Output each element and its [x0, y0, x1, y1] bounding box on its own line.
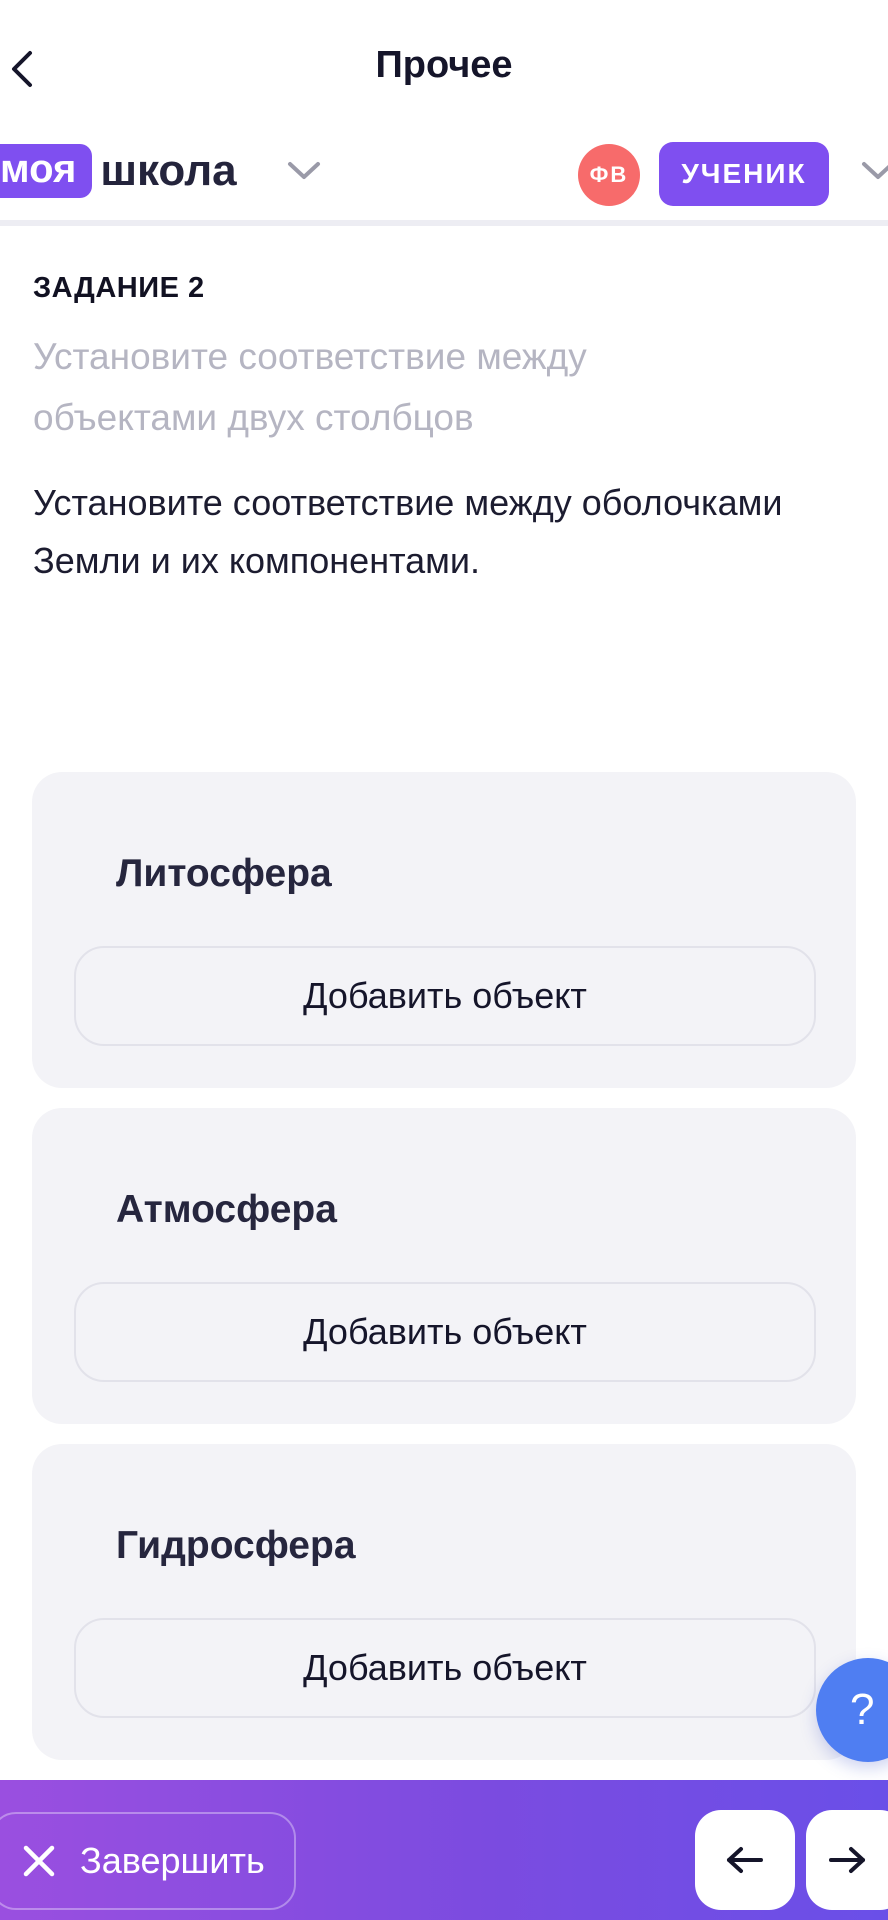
- logo-badge: моя: [0, 144, 93, 198]
- avatar[interactable]: ФВ: [578, 144, 640, 206]
- role-badge[interactable]: УЧЕНИК: [659, 142, 829, 206]
- match-group-hydrosphere: Гидросфера Добавить объект: [32, 1444, 856, 1760]
- app-logo[interactable]: моя школа: [0, 144, 237, 198]
- arrow-left-icon: [727, 1847, 763, 1873]
- role-chevron-down-icon[interactable]: [860, 160, 888, 187]
- finish-label: Завершить: [80, 1840, 265, 1881]
- page-title: Прочее: [375, 44, 513, 86]
- add-object-button[interactable]: Добавить объект: [74, 1618, 816, 1718]
- school-bar: моя школа ФВ УЧЕНИК: [0, 136, 888, 226]
- group-title: Литосфера: [116, 852, 332, 895]
- group-title: Атмосфера: [116, 1188, 337, 1231]
- school-chevron-down-icon[interactable]: [286, 160, 322, 187]
- help-icon: ?: [850, 1685, 875, 1734]
- bottom-bar: Завершить: [0, 1780, 888, 1920]
- match-group-atmosphere: Атмосфера Добавить объект: [32, 1108, 856, 1424]
- task-label: ЗАДАНИЕ 2: [33, 272, 205, 304]
- group-title: Гидросфера: [116, 1524, 356, 1567]
- add-object-button[interactable]: Добавить объект: [74, 1282, 816, 1382]
- logo-text: школа: [100, 146, 237, 195]
- previous-task-button[interactable]: [695, 1810, 795, 1910]
- match-group-lithosphere: Литосфера Добавить объект: [32, 772, 856, 1088]
- task-hint: Установите соответствие между объектами …: [33, 336, 587, 438]
- add-object-button[interactable]: Добавить объект: [74, 946, 816, 1046]
- close-icon: [22, 1844, 56, 1878]
- arrow-right-icon: [829, 1847, 865, 1873]
- finish-button[interactable]: Завершить: [0, 1812, 296, 1910]
- task-question: Установите соответствие между оболочками…: [33, 482, 783, 581]
- top-bar: Прочее: [0, 0, 888, 136]
- next-task-button[interactable]: [806, 1810, 888, 1910]
